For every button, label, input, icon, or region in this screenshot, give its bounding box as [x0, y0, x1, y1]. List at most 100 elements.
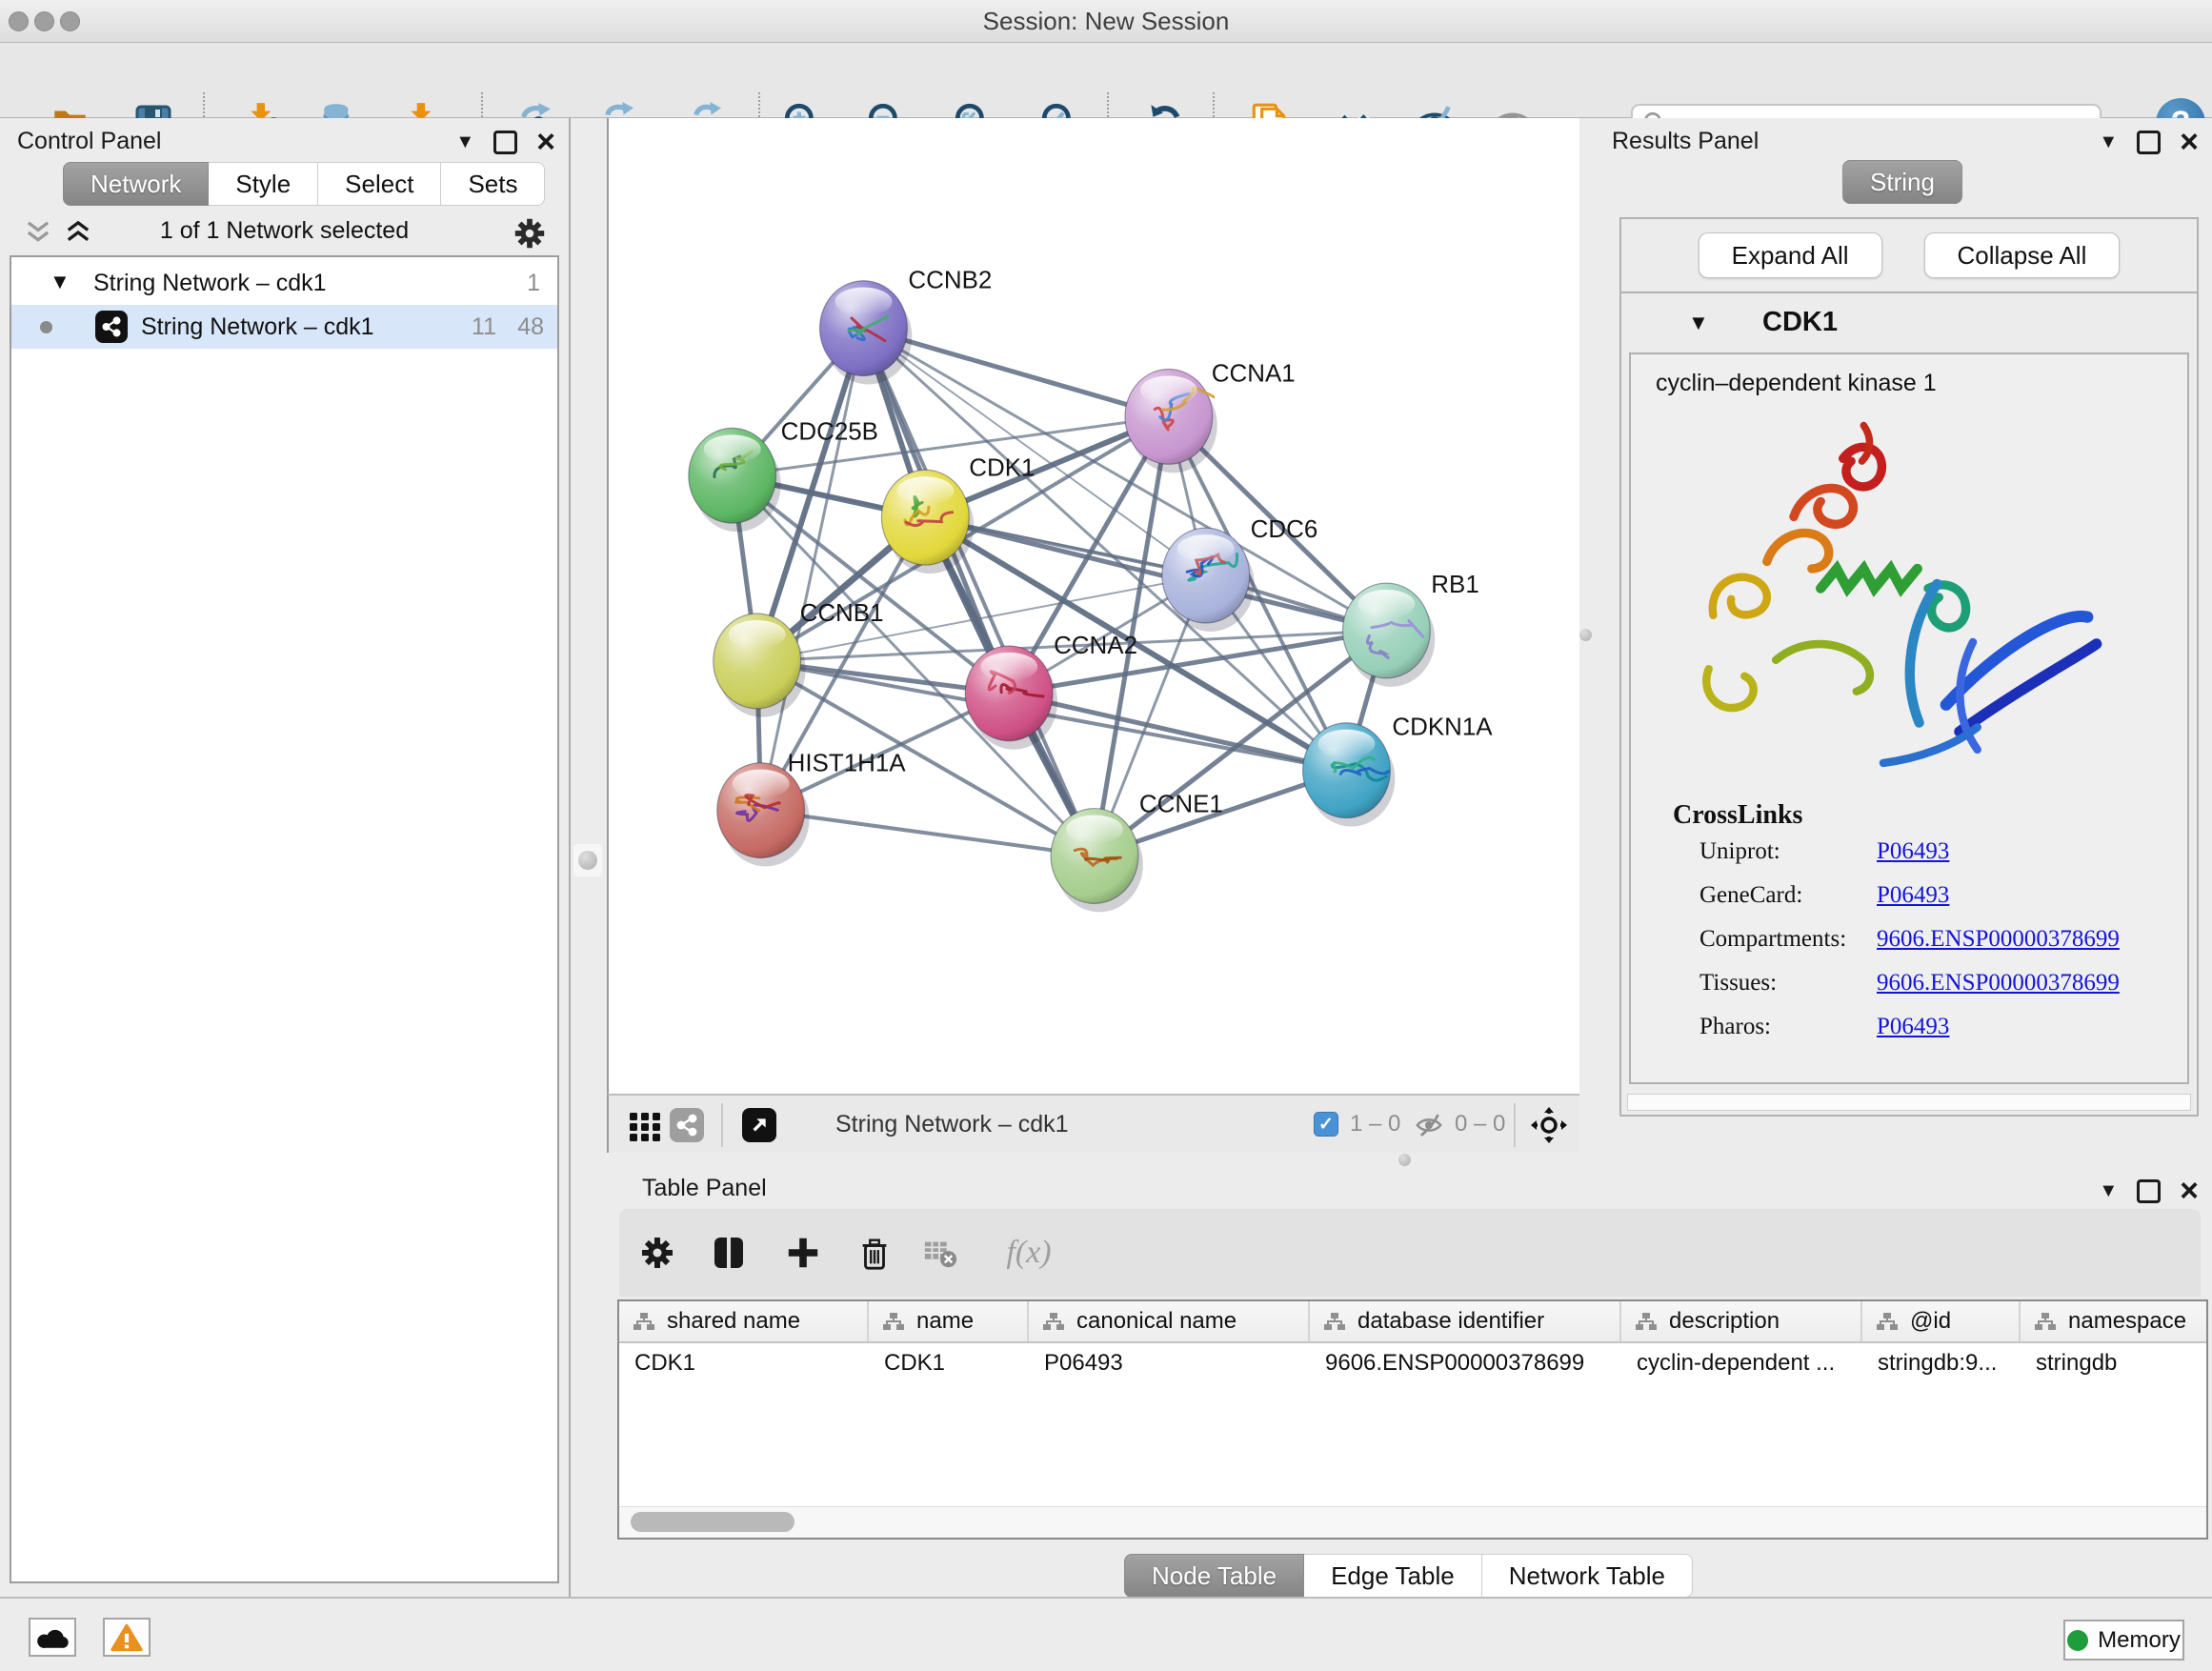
node-result-entry: ▼ CDK1 cyclin–dependent kinase 1 [1621, 293, 2197, 1090]
node-label-HIST1H1A: HIST1H1A [788, 751, 907, 777]
tab-style[interactable]: Style [209, 162, 318, 206]
splitter-handle[interactable] [1579, 629, 1592, 641]
crosslink-link-uniprot-[interactable]: P06493 [1877, 838, 1949, 865]
tab-network-table[interactable]: Network Table [1482, 1554, 1693, 1598]
node-gloss [729, 620, 786, 649]
node-label-CDK1: CDK1 [969, 454, 1035, 481]
table-cell[interactable]: cyclin-dependent ... [1621, 1343, 1862, 1383]
crosslinks-title: CrossLinks [1673, 800, 2187, 831]
maximize-window-button[interactable] [60, 11, 80, 31]
vertical-splitter[interactable] [1579, 118, 1593, 1153]
collection-disclosure-triangle[interactable]: ▼ [50, 270, 70, 294]
network-node-CCNE1[interactable] [1051, 809, 1143, 913]
delete-columns-button[interactable] [854, 1232, 895, 1274]
close-window-button[interactable] [9, 11, 29, 31]
table-cell[interactable]: P06493 [1029, 1343, 1310, 1383]
network-edge-CCNA2-CDKN1A[interactable] [1009, 694, 1346, 771]
panel-menu-button[interactable]: ▼ [455, 128, 474, 156]
column-header-shared-name[interactable]: shared name [619, 1301, 869, 1341]
tab-network[interactable]: Network [63, 162, 209, 206]
network-view-mode-button[interactable] [670, 1108, 704, 1142]
panel-close-button[interactable]: × [536, 128, 555, 156]
detach-view-button[interactable] [742, 1108, 776, 1142]
panel-menu-button[interactable]: ▼ [2099, 1177, 2118, 1205]
column-header-database-identifier[interactable]: database identifier [1310, 1301, 1621, 1341]
column-header-description[interactable]: description [1621, 1301, 1862, 1341]
table-row[interactable]: CDK1CDK1P064939606.ENSP00000378699cyclin… [619, 1343, 2206, 1383]
column-header--id[interactable]: @id [1862, 1301, 2021, 1341]
tab-sets[interactable]: Sets [441, 162, 545, 206]
expand-all-button[interactable]: Expand All [1699, 232, 1882, 278]
panel-close-button[interactable]: × [2180, 128, 2199, 156]
entry-gene-name: CDK1 [1762, 307, 1838, 338]
vertical-splitter[interactable] [571, 118, 607, 1597]
birds-eye-view-button[interactable] [1531, 1107, 1567, 1148]
table-cell[interactable]: stringdb:9... [1862, 1343, 2021, 1383]
splitter-handle[interactable] [573, 844, 602, 876]
network-node-CCNB2[interactable] [820, 281, 913, 385]
crosslink-link-compartments-[interactable]: 9606.ENSP00000378699 [1877, 926, 2120, 953]
warnings-button[interactable] [103, 1618, 151, 1657]
crosslink-label-tissues-: Tissues: [1699, 970, 1777, 997]
memory-status-button[interactable]: Memory [2063, 1620, 2184, 1661]
horizontal-splitter[interactable] [607, 1153, 2212, 1167]
network-edge-HIST1H1A-CCNE1[interactable] [761, 811, 1095, 856]
network-selection-status: 1 of 1 Network selected [0, 217, 569, 245]
network-edge-CCNB2-HIST1H1A[interactable] [761, 329, 864, 811]
tab-node-table[interactable]: Node Table [1124, 1554, 1304, 1598]
hidden-eye-slash-icon [1415, 1111, 1443, 1144]
panel-float-button[interactable] [2137, 1179, 2161, 1203]
collapse-all-button[interactable]: Collapse All [1924, 232, 2121, 278]
network-node-CCNA1[interactable] [1125, 369, 1217, 473]
tab-string[interactable]: String [1842, 160, 1962, 204]
table-cell[interactable]: stringdb [2021, 1343, 2208, 1383]
scrollbar-thumb[interactable] [631, 1512, 794, 1532]
crosslink-label-uniprot-: Uniprot: [1699, 838, 1780, 865]
crosslink-link-pharos-[interactable]: P06493 [1877, 1014, 1949, 1040]
crosslink-row: Compartments:9606.ENSP00000378699 [1631, 918, 2187, 962]
cloud-status-button[interactable] [29, 1618, 76, 1657]
create-column-button[interactable] [782, 1232, 824, 1274]
column-header-namespace[interactable]: namespace [2021, 1301, 2208, 1341]
network-edge-count: 48 [517, 313, 544, 341]
grid-view-button[interactable] [628, 1109, 662, 1148]
column-label: canonical name [1076, 1308, 1237, 1335]
table-cell[interactable]: CDK1 [869, 1343, 1029, 1383]
column-label: namespace [2068, 1308, 2186, 1335]
network-row-selected[interactable]: String Network – cdk1 11 48 [11, 305, 557, 349]
tab-select[interactable]: Select [318, 162, 441, 206]
table-horizontal-scrollbar [619, 1506, 2206, 1538]
panel-float-button[interactable] [2137, 131, 2161, 154]
panel-menu-button[interactable]: ▼ [2099, 128, 2118, 156]
column-header-canonical-name[interactable]: canonical name [1029, 1301, 1310, 1341]
network-node-CDKN1A[interactable] [1303, 723, 1396, 827]
share-icon [675, 1114, 698, 1137]
column-header-name[interactable]: name [869, 1301, 1029, 1341]
network-node-CDK1[interactable] [881, 470, 974, 574]
entry-disclosure-triangle[interactable]: ▼ [1688, 311, 1709, 335]
network-view-canvas[interactable]: CCNB2CCNA1CDC25BCDK1CDC6RB1CCNB1CCNA2CDK… [607, 118, 1579, 1094]
network-node-CDC25B[interactable] [689, 428, 781, 532]
gear-icon [638, 1234, 676, 1272]
crosshair-move-icon [1531, 1107, 1567, 1143]
collection-label: String Network – cdk1 [93, 270, 327, 297]
panel-float-button[interactable] [493, 131, 517, 154]
node-gloss [1066, 815, 1123, 844]
table-settings-button[interactable] [636, 1232, 678, 1274]
network-node-RB1[interactable] [1342, 583, 1435, 687]
network-node-HIST1H1A[interactable] [717, 763, 810, 867]
table-cell[interactable]: CDK1 [619, 1343, 869, 1383]
tab-edge-table[interactable]: Edge Table [1304, 1554, 1482, 1598]
network-graph[interactable]: CCNB2CCNA1CDC25BCDK1CDC6RB1CCNB1CCNA2CDK… [609, 118, 1579, 1094]
splitter-handle[interactable] [1398, 1154, 1411, 1166]
node-label-CCNB2: CCNB2 [908, 268, 992, 294]
network-collection-row[interactable]: ▼ String Network – cdk1 1 [11, 261, 557, 305]
crosslink-link-genecard-[interactable]: P06493 [1877, 882, 1949, 909]
minimize-window-button[interactable] [34, 11, 54, 31]
selected-checkbox[interactable]: ✓ [1314, 1112, 1338, 1137]
table-cell[interactable]: 9606.ENSP00000378699 [1310, 1343, 1621, 1383]
crosslink-link-tissues-[interactable]: 9606.ENSP00000378699 [1877, 970, 2120, 997]
panel-close-button[interactable]: × [2180, 1177, 2199, 1205]
show-columns-button[interactable] [708, 1232, 750, 1274]
gear-icon[interactable] [512, 215, 548, 252]
